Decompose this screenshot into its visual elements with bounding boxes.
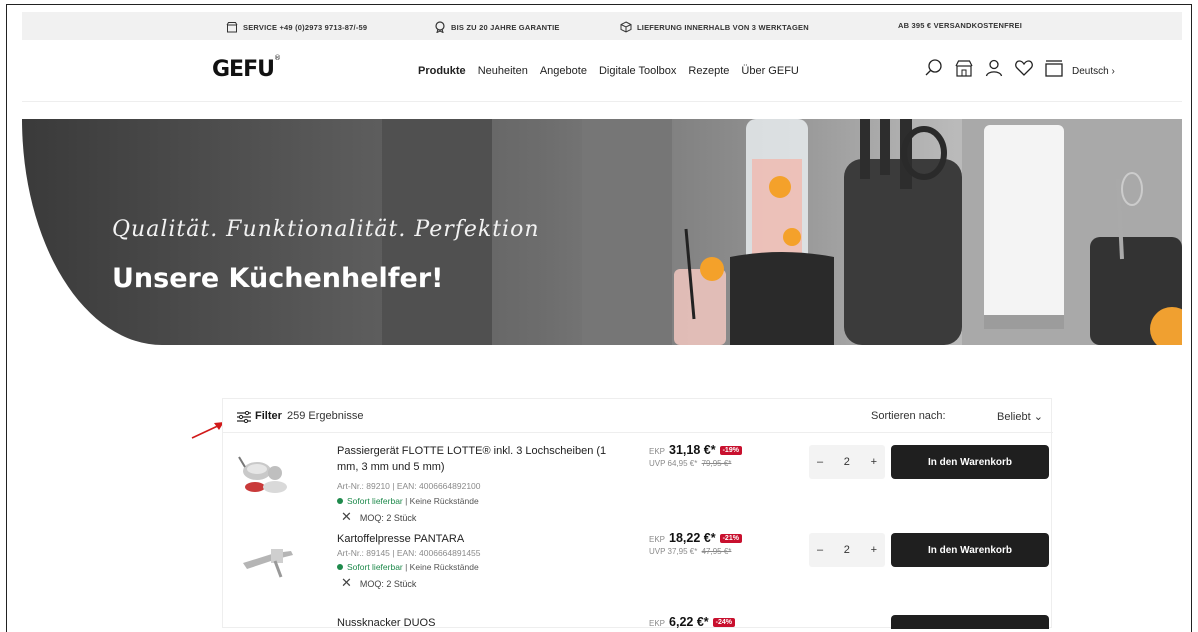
stock-available: Sofort lieferbar <box>347 496 403 506</box>
nav-neuheiten[interactable]: Neuheiten <box>478 65 528 77</box>
stock-dot <box>337 564 343 570</box>
service-text: SERVICE +49 (0)2973 9713-87/-59 <box>243 22 368 32</box>
result-count: 259 Ergebnisse <box>287 410 364 422</box>
decrease-button[interactable]: – <box>817 544 823 556</box>
nav-rezepte[interactable]: Rezepte <box>688 65 729 77</box>
quantity-value[interactable]: 2 <box>844 544 850 556</box>
delivery-info: LIEFERUNG INNERHALB VON 3 WERKTAGEN <box>620 21 809 33</box>
list-toolbar: Filter 259 Ergebnisse Sortieren nach: Be… <box>223 399 1053 433</box>
filter-button[interactable]: Filter <box>255 410 282 422</box>
close-icon: ✕ <box>341 509 352 524</box>
increase-button[interactable]: + <box>871 456 877 468</box>
product-name[interactable]: Passiergerät FLOTTE LOTTE® inkl. 3 Lochs… <box>337 443 627 475</box>
sort-label: Sortieren nach: <box>871 410 946 422</box>
cart-icon[interactable] <box>1044 58 1064 78</box>
user-icon[interactable] <box>984 58 1004 78</box>
discount-badge: -24% <box>712 618 735 627</box>
discount-badge: -19% <box>719 446 742 455</box>
product-meta: Art-Nr.: 89145 | EAN: 4006664891455 <box>337 548 481 558</box>
quantity-stepper: – 2 + <box>809 533 885 567</box>
delivery-text: LIEFERUNG INNERHALB VON 3 WERKTAGEN <box>637 22 809 32</box>
gefu-logo[interactable]: GEFU® <box>212 53 281 82</box>
stock-status: Sofort lieferbar | Keine Rückstände <box>337 562 479 572</box>
product-name[interactable]: Nussknacker DUOS <box>337 615 627 629</box>
logo-registered-mark: ® <box>273 53 281 62</box>
uvp-value: 37,95 €* <box>667 547 698 556</box>
store-icon[interactable] <box>954 58 974 78</box>
quantity-stepper: – 2 + <box>809 445 885 479</box>
add-to-cart-button[interactable]: In den Warenkorb <box>891 445 1049 479</box>
product-row: Kartoffelpresse PANTARA Art-Nr.: 89145 |… <box>223 523 1053 607</box>
ekp-label: EKP <box>649 447 666 456</box>
search-icon[interactable] <box>924 58 944 78</box>
decrease-button[interactable]: – <box>817 456 823 468</box>
header-icons <box>924 58 1064 78</box>
discount-badge: -21% <box>719 534 742 543</box>
service-info[interactable]: SERVICE +49 (0)2973 9713-87/-59 <box>226 21 367 33</box>
uvp-label: UVP <box>649 459 666 468</box>
nav-produkte[interactable]: Produkte <box>418 65 466 77</box>
stock-dot <box>337 498 343 504</box>
stock-backorder: | Keine Rückstände <box>402 562 479 572</box>
guarantee-text: BIS ZU 20 JAHRE GARANTIE <box>451 22 560 32</box>
ekp-price: EKP 18,22 €* -21% <box>649 531 742 545</box>
add-to-cart-button[interactable] <box>891 615 1049 629</box>
ekp-label: EKP <box>649 619 666 628</box>
product-name[interactable]: Kartoffelpresse PANTARA <box>337 531 627 547</box>
hero-tagline: Qualität. Funktionalität. Perfektion <box>112 217 540 242</box>
main-nav: Produkte Neuheiten Angebote Digitale Too… <box>418 65 799 77</box>
heart-icon[interactable] <box>1014 58 1034 78</box>
ekp-value: 31,18 €* <box>669 443 716 457</box>
increase-button[interactable]: + <box>871 544 877 556</box>
ekp-price: EKP 31,18 €* -19% <box>649 443 742 457</box>
shipping-text: AB 395 € VERSANDKOSTENFREI <box>898 21 1022 30</box>
service-bar: SERVICE +49 (0)2973 9713-87/-59 BIS ZU 2… <box>22 12 1182 40</box>
product-meta: Art-Nr.: 89210 | EAN: 4006664892100 <box>337 481 481 491</box>
moq-info: ✕ MOQ: 2 Stück <box>341 575 416 591</box>
filter-icon[interactable] <box>237 411 251 423</box>
uvp-price: UVP 64,95 €* 79,95 €* <box>649 459 731 468</box>
hero-banner: Qualität. Funktionalität. Perfektion Uns… <box>22 119 1182 345</box>
ekp-price: EKP 6,22 €* -24% <box>649 615 735 629</box>
product-list: Filter 259 Ergebnisse Sortieren nach: Be… <box>222 398 1053 629</box>
guarantee-info: BIS ZU 20 JAHRE GARANTIE <box>434 21 560 33</box>
uvp-price: UVP 37,95 €* 47,95 €* <box>649 547 731 556</box>
sort-dropdown[interactable]: Beliebt ⌄ <box>997 410 1043 423</box>
store-icon <box>226 22 238 33</box>
ekp-value: 6,22 €* <box>669 615 709 629</box>
moq-text: MOQ: 2 Stück <box>359 513 417 523</box>
shipping-info: AB 395 € VERSANDKOSTENFREI <box>898 21 1022 30</box>
ekp-label: EKP <box>649 535 666 544</box>
product-row: Nussknacker DUOS EKP 6,22 €* -24% <box>223 611 1053 629</box>
nav-angebote[interactable]: Angebote <box>540 65 587 77</box>
stock-backorder: | Keine Rückstände <box>402 496 479 506</box>
uvp-label: UVP <box>649 547 666 556</box>
package-icon <box>620 21 632 33</box>
add-to-cart-button[interactable]: In den Warenkorb <box>891 533 1049 567</box>
product-image[interactable] <box>235 533 299 581</box>
close-icon: ✕ <box>341 575 352 590</box>
product-image[interactable] <box>235 451 299 499</box>
uvp-old-value: 47,95 €* <box>701 547 732 556</box>
stock-status: Sofort lieferbar | Keine Rückstände <box>337 496 479 506</box>
nav-ueber-gefu[interactable]: Über GEFU <box>741 65 798 77</box>
ekp-value: 18,22 €* <box>669 531 716 545</box>
product-row: Passiergerät FLOTTE LOTTE® inkl. 3 Lochs… <box>223 433 1053 524</box>
language-selector[interactable]: Deutsch › <box>1072 66 1115 77</box>
logo-text: GEFU <box>212 57 275 82</box>
stock-available: Sofort lieferbar <box>347 562 403 572</box>
site-header: GEFU® Produkte Neuheiten Angebote Digita… <box>22 44 1182 102</box>
uvp-old-value: 79,95 €* <box>701 459 732 468</box>
hero-title: Unsere Küchenhelfer! <box>112 263 444 294</box>
seal-icon <box>435 21 445 33</box>
quantity-value[interactable]: 2 <box>844 456 850 468</box>
moq-text: MOQ: 2 Stück <box>359 579 417 589</box>
uvp-value: 64,95 €* <box>667 459 698 468</box>
nav-digitale-toolbox[interactable]: Digitale Toolbox <box>599 65 676 77</box>
